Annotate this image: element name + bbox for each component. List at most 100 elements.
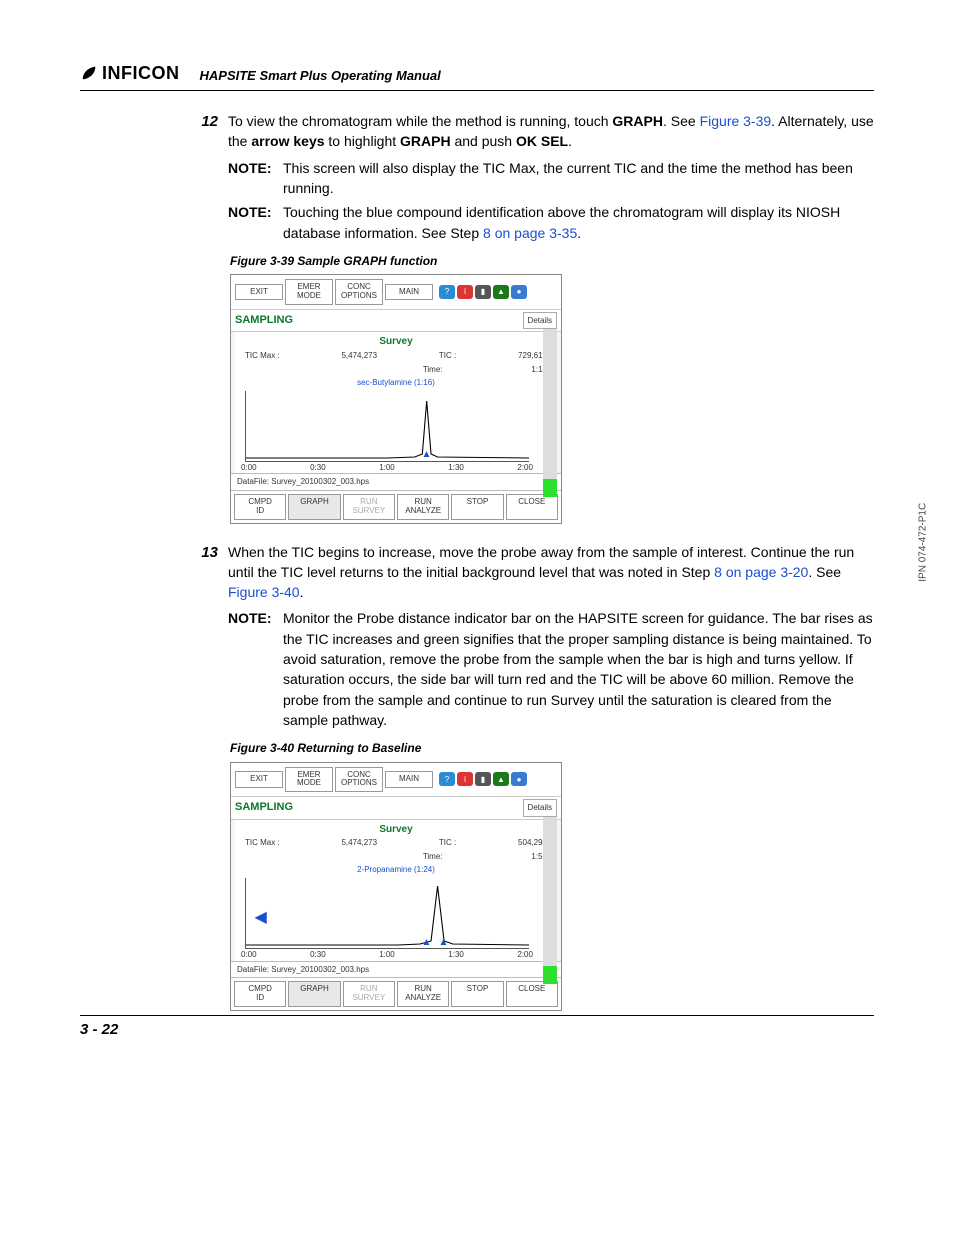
leaf-icon <box>80 64 98 82</box>
sampling-row: SAMPLING Details <box>231 309 561 333</box>
manual-title: HAPSITE Smart Plus Operating Manual <box>200 67 441 86</box>
topbar: EXIT EMER MODE CONC OPTIONS MAIN ? i ▮ ▲… <box>231 763 561 797</box>
graph-button[interactable]: GRAPH <box>288 494 340 520</box>
bold: GRAPH <box>400 133 451 149</box>
bottombar: CMPD ID GRAPH RUN SURVEY RUN ANALYZE STO… <box>231 977 561 1010</box>
note-body: Monitor the Probe distance indicator bar… <box>283 608 874 730</box>
help-icon[interactable]: ? <box>439 772 455 786</box>
tick: 1:00 <box>379 462 395 474</box>
text: . <box>568 133 572 149</box>
step-body: When the TIC begins to increase, move th… <box>228 542 874 603</box>
bar-empty <box>543 817 557 966</box>
note: NOTE: Touching the blue compound identif… <box>228 202 874 243</box>
status-icon: ▲ <box>493 772 509 786</box>
main-button[interactable]: MAIN <box>385 284 433 301</box>
ticmax-label: TIC Max : <box>245 351 280 360</box>
text: and push <box>451 133 516 149</box>
step-number: 13 <box>190 542 218 603</box>
figure-caption: Figure 3-39 Sample GRAPH function <box>230 253 874 270</box>
close-button[interactable]: CLOSE <box>506 981 558 1007</box>
peak-trace <box>246 391 529 461</box>
info-icon[interactable]: i <box>457 772 473 786</box>
chart-panel: Survey TIC Max : 5,474,273 TIC : 504,298… <box>235 820 557 961</box>
device-screenshot-fig40: EXIT EMER MODE CONC OPTIONS MAIN ? i ▮ ▲… <box>230 762 562 1011</box>
emer-mode-button[interactable]: EMER MODE <box>285 279 333 305</box>
bar-fill <box>543 479 557 497</box>
survey-title: Survey <box>235 820 557 838</box>
step-link[interactable]: 8 on page 3-35 <box>483 225 577 241</box>
bar-fill <box>543 966 557 984</box>
note: NOTE: This screen will also display the … <box>228 158 874 199</box>
ticmax-value: 5,474,273 <box>341 350 377 362</box>
tic-label: TIC : <box>439 351 456 360</box>
close-button[interactable]: CLOSE <box>506 494 558 520</box>
tick: 2:00 <box>517 949 533 961</box>
step-number: 12 <box>190 111 218 152</box>
page-number: 3 - 22 <box>80 1019 118 1041</box>
text: . <box>577 225 581 241</box>
text: . See <box>663 113 700 129</box>
tic-label: TIC : <box>439 837 456 849</box>
exit-button[interactable]: EXIT <box>235 284 283 301</box>
time-label: Time: <box>423 364 443 376</box>
time-readout: Time: 1:51 <box>235 851 557 865</box>
note-body: Touching the blue compound identificatio… <box>283 202 874 243</box>
cmpd-id-button[interactable]: CMPD ID <box>234 981 286 1007</box>
x-axis-ticks: 0:00 0:30 1:00 1:30 2:00 <box>235 949 557 961</box>
x-axis-ticks: 0:00 0:30 1:00 1:30 2:00 <box>235 462 557 474</box>
cmpd-id-button[interactable]: CMPD ID <box>234 494 286 520</box>
note-body: This screen will also display the TIC Ma… <box>283 158 874 199</box>
footer-rule <box>80 1015 874 1016</box>
bold: OK SEL <box>516 133 568 149</box>
tick: 1:30 <box>448 462 464 474</box>
chromatogram: ◀ ▲ ▲ <box>245 878 529 949</box>
step-body: To view the chromatogram while the metho… <box>228 111 874 152</box>
help-icon[interactable]: ? <box>439 285 455 299</box>
ipn-code: IPN 074-472-P1C <box>917 503 932 582</box>
figure-link[interactable]: Figure 3-40 <box>228 584 300 600</box>
note-label: NOTE: <box>228 608 283 730</box>
figure-link[interactable]: Figure 3-39 <box>700 113 772 129</box>
tick: 0:30 <box>310 949 326 961</box>
ticmax-label: TIC Max : <box>245 837 280 849</box>
device-screenshot-fig39: EXIT EMER MODE CONC OPTIONS MAIN ? i ▮ ▲… <box>230 274 562 523</box>
survey-title: Survey <box>235 332 557 350</box>
step-12: 12 To view the chromatogram while the me… <box>190 111 874 152</box>
details-button[interactable]: Details <box>523 799 557 817</box>
text: To view the chromatogram while the metho… <box>228 113 612 129</box>
chromatogram: ▲ <box>245 391 529 462</box>
run-analyze-button[interactable]: RUN ANALYZE <box>397 981 449 1007</box>
time-readout: Time: 1:18 <box>235 364 557 378</box>
emer-mode-button[interactable]: EMER MODE <box>285 767 333 793</box>
conc-options-button[interactable]: CONC OPTIONS <box>335 767 383 793</box>
info-icon[interactable]: i <box>457 285 473 299</box>
datafile-label: DataFile: Survey_20100302_003.hps <box>231 473 561 490</box>
tick: 0:30 <box>310 462 326 474</box>
main-button[interactable]: MAIN <box>385 771 433 788</box>
battery-icon: ▮ <box>475 285 491 299</box>
tick: 0:00 <box>241 462 257 474</box>
battery-icon: ▮ <box>475 772 491 786</box>
conc-options-button[interactable]: CONC OPTIONS <box>335 279 383 305</box>
text: . See <box>808 564 841 580</box>
note-label: NOTE: <box>228 158 283 199</box>
sampling-label: SAMPLING <box>235 313 293 329</box>
run-analyze-button[interactable]: RUN ANALYZE <box>397 494 449 520</box>
step-link[interactable]: 8 on page 3-20 <box>714 564 808 580</box>
text: to highlight <box>325 133 401 149</box>
back-arrow-icon: ◀ <box>254 906 266 929</box>
tic-readout: TIC Max : 5,474,273 TIC : 729,619 <box>235 350 557 364</box>
details-button[interactable]: Details <box>523 312 557 330</box>
bold: arrow keys <box>251 133 324 149</box>
compound-id[interactable]: sec-Butylamine (1:16) <box>235 377 557 389</box>
compound-id[interactable]: 2-Propanamine (1:24) <box>235 864 557 876</box>
exit-button[interactable]: EXIT <box>235 771 283 788</box>
time-label: Time: <box>423 851 443 863</box>
datafile-label: DataFile: Survey_20100302_003.hps <box>231 961 561 978</box>
probe-distance-bar <box>543 817 557 984</box>
marker-icon: ▲ <box>421 448 431 463</box>
stop-button[interactable]: STOP <box>451 981 503 1007</box>
tick: 2:00 <box>517 462 533 474</box>
stop-button[interactable]: STOP <box>451 494 503 520</box>
graph-button[interactable]: GRAPH <box>288 981 340 1007</box>
